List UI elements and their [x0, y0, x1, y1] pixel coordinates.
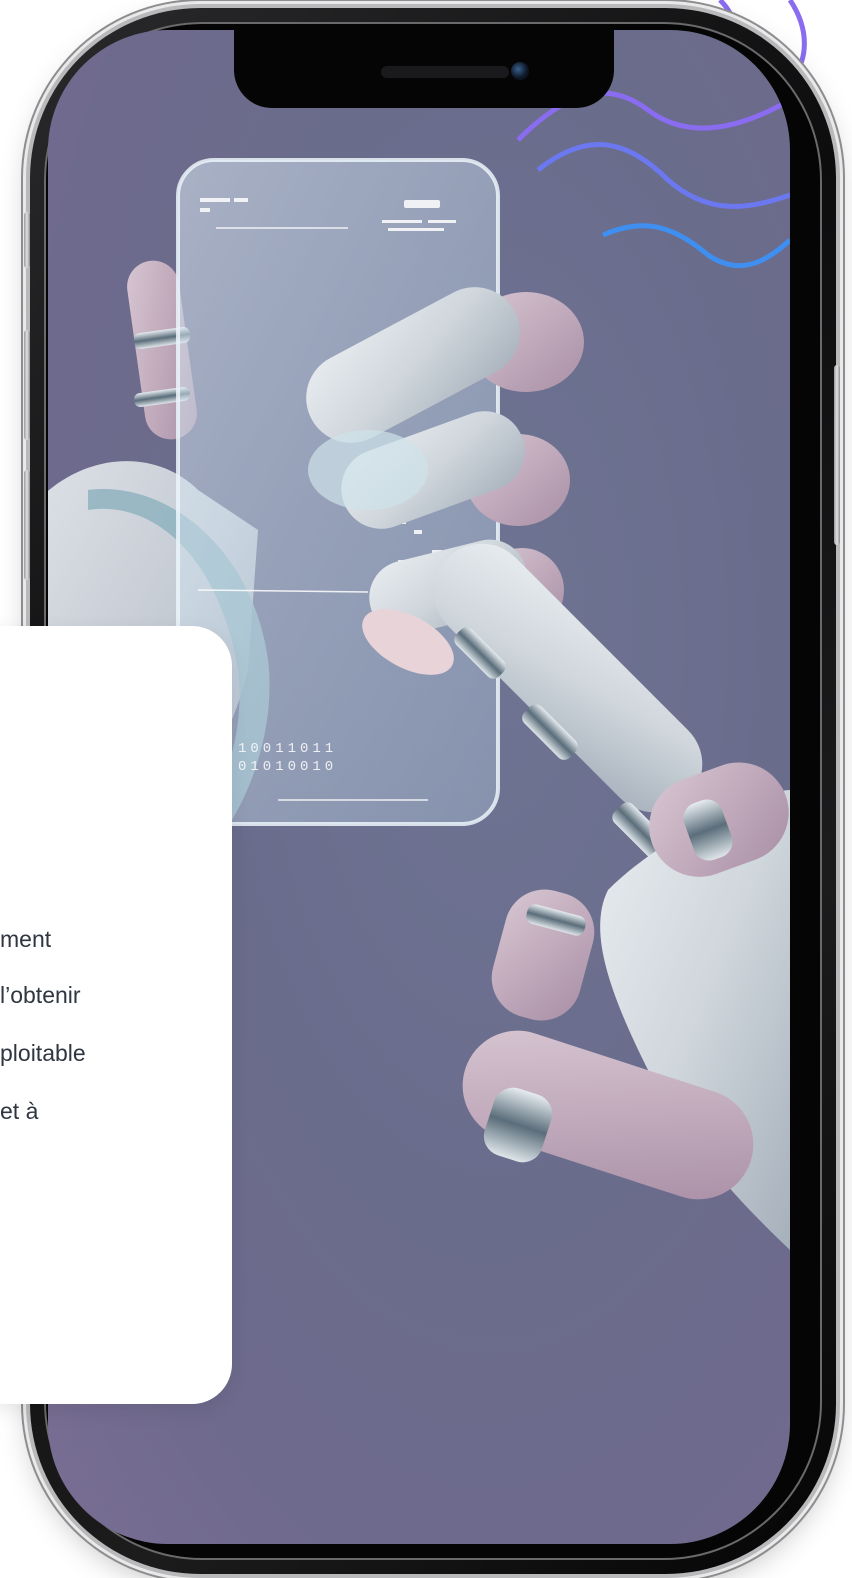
earpiece-speaker	[381, 66, 509, 78]
volume-down-button	[24, 470, 30, 580]
power-button	[834, 365, 840, 545]
front-camera	[511, 62, 529, 80]
card-text-line-2: l’obtenir	[0, 982, 81, 1008]
volume-up-button	[24, 330, 30, 440]
card-text-line-3: ploitable	[0, 1040, 86, 1066]
binary-digits-2: 01010010	[238, 759, 337, 775]
card-text-line-1: ment	[0, 926, 52, 952]
promo-canvas: 10011011 01010010 ment l’obtenir ploitab…	[0, 0, 852, 1578]
screen-wave-2	[536, 142, 790, 209]
mute-switch	[24, 212, 30, 268]
text-card: ment l’obtenir ploitable et à	[0, 626, 232, 1404]
card-text-line-4: et à	[0, 1098, 39, 1124]
binary-digits-1: 10011011	[238, 741, 337, 757]
screen-wave-3	[601, 223, 790, 269]
pointing-robot-hand	[362, 543, 790, 1250]
